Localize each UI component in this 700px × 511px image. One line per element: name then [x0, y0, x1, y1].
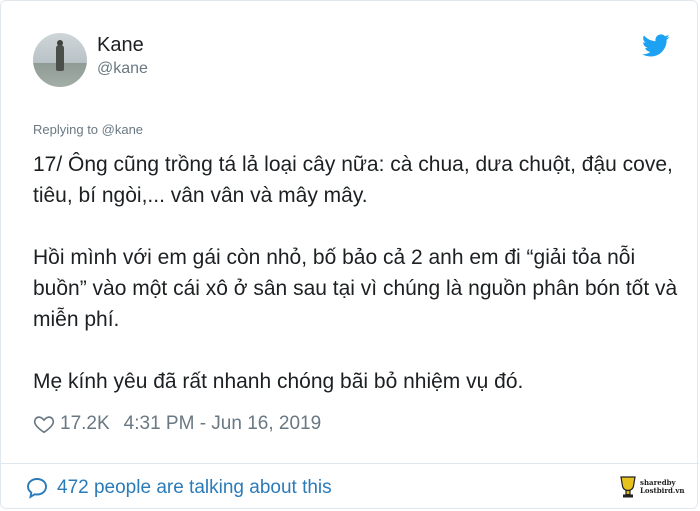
- avatar[interactable]: [33, 33, 87, 87]
- user-handle[interactable]: @kane: [97, 60, 148, 78]
- like-count[interactable]: 17.2K: [60, 413, 110, 435]
- twitter-bird-icon[interactable]: [642, 34, 670, 58]
- tweet-card: Kane @kane Replying to @kane 17/ Ông cũn…: [0, 0, 699, 509]
- heart-icon[interactable]: [33, 413, 55, 435]
- tweet-paragraph: Mẹ kính yêu đã rất nhanh chóng bãi bỏ nh…: [33, 370, 524, 393]
- replying-to-label[interactable]: Replying to @kane: [33, 122, 143, 137]
- divider: [1, 463, 699, 464]
- speech-bubble-icon: [27, 478, 47, 499]
- tweet-paragraph: 17/ Ông cũng trồng tá lả loại cây nữa: c…: [33, 153, 673, 207]
- avatar-figure: [56, 45, 64, 71]
- timestamp[interactable]: 4:31 PM - Jun 16, 2019: [124, 413, 322, 435]
- watermark-line2: Lostbird.vn: [640, 486, 685, 495]
- talking-count-label[interactable]: 472 people are talking about this: [57, 477, 332, 499]
- trophy-icon: [620, 476, 636, 498]
- tweet-meta: 17.2K 4:31 PM - Jun 16, 2019: [33, 411, 321, 437]
- tweet-paragraph: Hồi mình với em gái còn nhỏ, bố bảo cả 2…: [33, 246, 678, 331]
- display-name[interactable]: Kane: [97, 34, 144, 57]
- tweet-text: 17/ Ông cũng trồng tá lả loại cây nữa: c…: [33, 149, 683, 428]
- watermark: sharedby Lostbird.vn: [619, 472, 685, 502]
- watermark-text: sharedby Lostbird.vn: [640, 479, 685, 495]
- conversation-link[interactable]: 472 people are talking about this: [25, 475, 332, 501]
